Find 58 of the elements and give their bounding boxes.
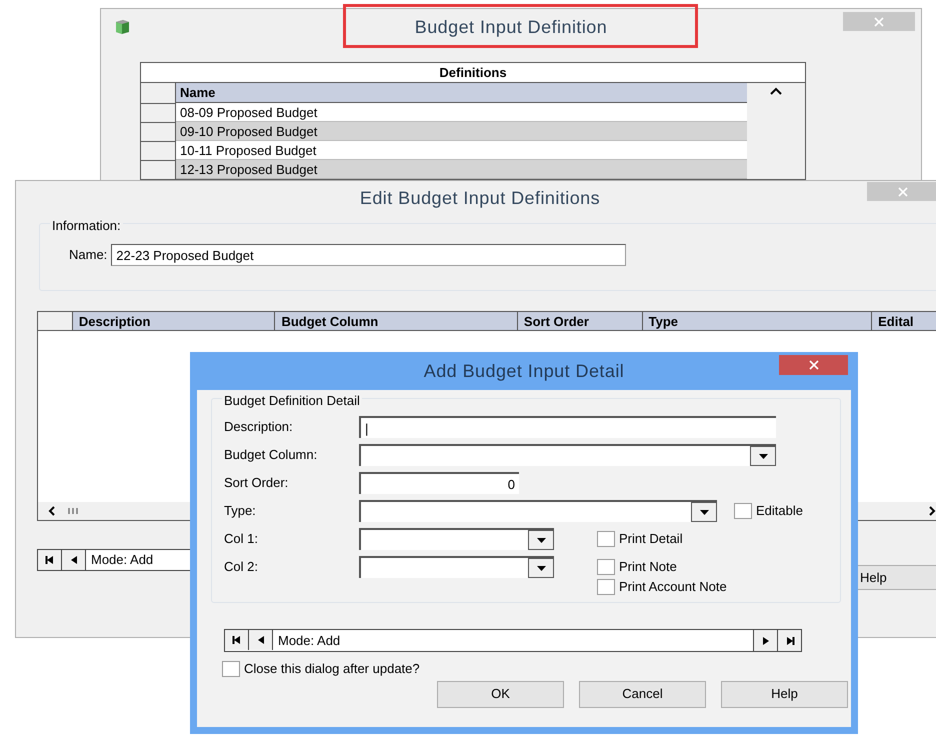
app-icon (115, 19, 130, 35)
close-icon (898, 186, 908, 196)
dialog-button[interactable]: Cancel (579, 680, 706, 708)
row-header[interactable] (141, 160, 176, 179)
scroll-right-icon[interactable] (928, 506, 936, 516)
checkbox-label: Close this dialog after update? (244, 660, 420, 678)
combo-box[interactable] (359, 556, 554, 578)
table-cell[interactable]: 09-10 Proposed Budget (176, 122, 747, 141)
help-button[interactable]: Help (856, 565, 936, 590)
field-label: Description: (224, 418, 294, 436)
close-icon (808, 360, 818, 370)
checkbox-label: Editable (756, 502, 803, 520)
checkbox[interactable] (597, 559, 615, 575)
dialog-button[interactable]: OK (437, 680, 564, 708)
column-header[interactable]: Budget Column (275, 312, 518, 330)
checkbox[interactable] (734, 503, 752, 519)
scroll-up-icon[interactable] (770, 87, 782, 95)
row-header[interactable] (141, 103, 176, 122)
previous-icon (68, 555, 78, 565)
combo-box[interactable] (359, 500, 717, 522)
table-cell[interactable]: 12-13 Proposed Budget (176, 160, 747, 179)
dialog-title: Add Budget Input Detail (424, 360, 624, 383)
field-label: Col 2: (224, 558, 259, 576)
checkbox-label: Print Detail (619, 530, 683, 548)
column-header[interactable]: Description (72, 312, 276, 330)
dropdown-icon[interactable] (691, 502, 717, 522)
column-header[interactable]: Edital (872, 312, 936, 330)
checkbox[interactable] (597, 579, 615, 595)
window-title: Edit Budget Input Definitions (360, 186, 600, 210)
combo-box[interactable] (359, 528, 554, 550)
row-header[interactable] (141, 122, 176, 141)
text-field[interactable]: 0 (359, 472, 519, 494)
column-header[interactable]: Sort Order (518, 312, 643, 330)
dropdown-icon[interactable] (528, 558, 554, 578)
combo-box[interactable] (359, 444, 776, 466)
field-label: Col 1: (224, 530, 259, 548)
close-icon (874, 16, 884, 26)
checkbox-label: Print Account Note (619, 578, 727, 596)
checkbox[interactable] (597, 531, 615, 547)
checkbox-label: Print Note (619, 558, 677, 576)
first-icon (44, 555, 54, 565)
window-title: Budget Input Definition (414, 16, 608, 39)
scroll-thumb-icon[interactable] (66, 507, 80, 515)
field-label: Type: (224, 502, 257, 520)
field-label: Name: (69, 246, 108, 264)
dialog-button[interactable]: Help (721, 680, 848, 708)
dropdown-icon[interactable] (528, 530, 554, 550)
dropdown-icon[interactable] (750, 446, 776, 466)
column-header[interactable]: Name (176, 83, 747, 103)
row-header[interactable] (141, 141, 176, 160)
text-field[interactable]: | (359, 416, 776, 438)
field-label: Sort Order: (224, 474, 290, 492)
checkbox[interactable] (222, 660, 240, 677)
scroll-left-icon[interactable] (48, 506, 56, 516)
name-field[interactable]: 22-23 Proposed Budget (111, 244, 626, 266)
close-button[interactable] (779, 355, 848, 375)
column-header[interactable]: Type (642, 312, 872, 330)
field-label: Budget Column: (224, 446, 318, 464)
